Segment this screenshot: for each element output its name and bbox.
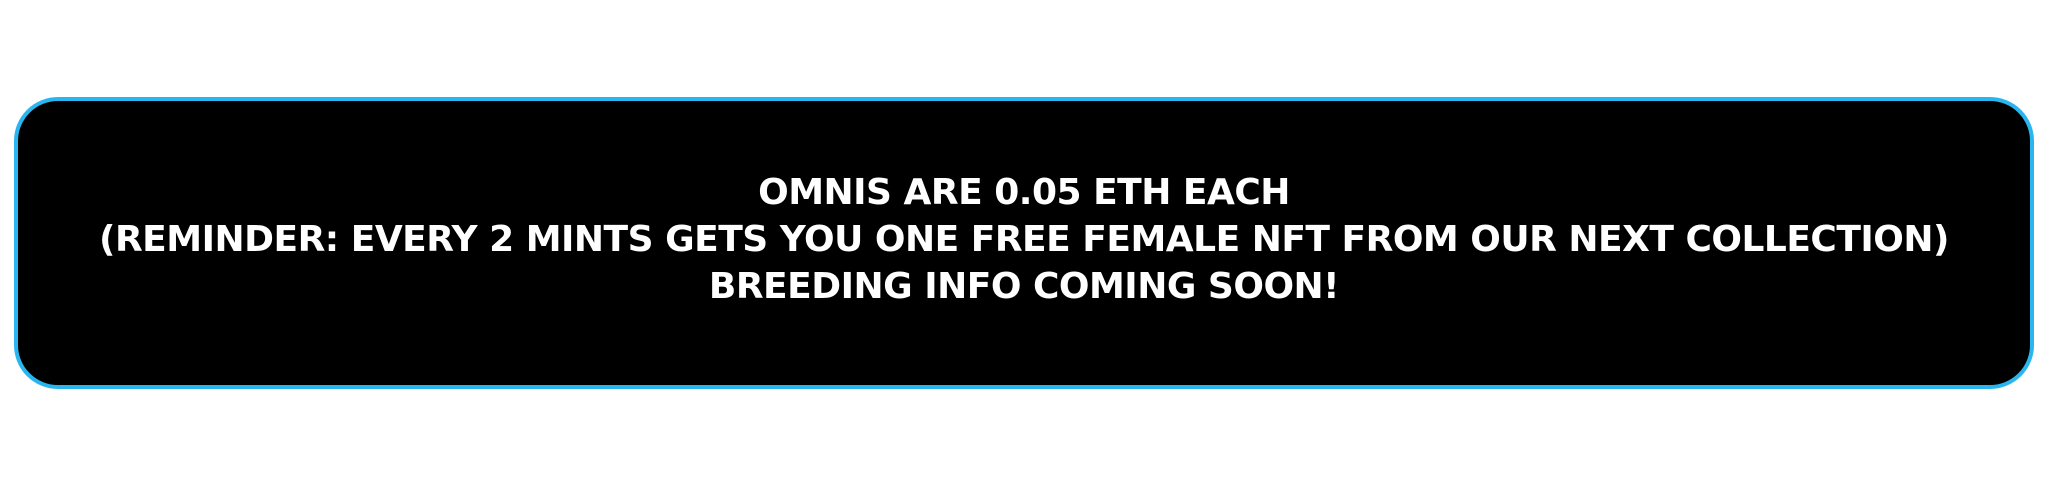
breeding-info-line: BREEDING INFO COMING SOON! (708, 265, 1340, 307)
price-line: OMNIS ARE 0.05 ETH EACH (758, 171, 1290, 213)
info-banner: OMNIS ARE 0.05 ETH EACH (REMINDER: EVERY… (14, 97, 2034, 389)
banner-text: OMNIS ARE 0.05 ETH EACH (REMINDER: EVERY… (98, 169, 1950, 310)
reminder-line: (REMINDER: EVERY 2 MINTS GETS YOU ONE FR… (98, 218, 1950, 260)
